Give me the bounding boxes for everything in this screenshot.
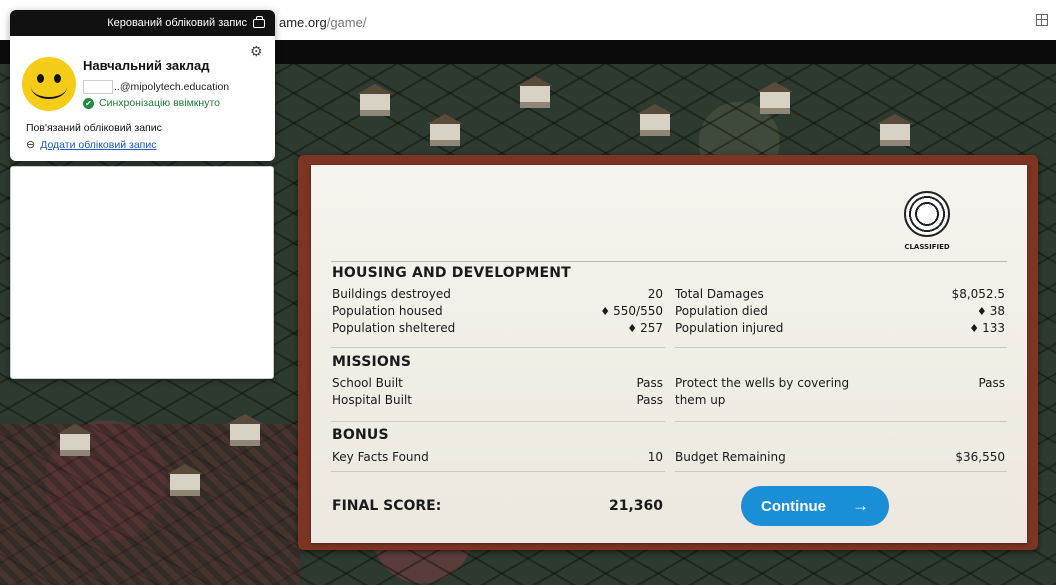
person-icon: ♦ xyxy=(976,305,987,318)
account-email: ..@mipolytech.education xyxy=(83,80,229,94)
stat-value-text: $8,052.5 xyxy=(951,287,1005,301)
classified-stamp: CLASSIFIED xyxy=(904,243,950,251)
map-building xyxy=(230,424,260,446)
url-path: /game/ xyxy=(326,15,367,30)
add-account-link[interactable]: Додати обліковий запис xyxy=(40,139,156,151)
map-building xyxy=(520,86,550,108)
briefcase-icon xyxy=(253,15,265,28)
divider xyxy=(331,421,665,422)
final-score-label: FINAL SCORE: xyxy=(332,498,442,514)
stat-value: 10 xyxy=(647,450,663,464)
email-redacted xyxy=(83,80,113,94)
stat-value-text: 550/550 xyxy=(613,304,663,318)
stat-label: Population died xyxy=(675,304,768,318)
account-popup: Керований обліковий запис ⚙ Навчальний з… xyxy=(10,10,275,161)
divider xyxy=(675,421,1007,422)
org-name: Навчальний заклад xyxy=(83,58,210,73)
continue-label: Continue xyxy=(761,497,826,515)
divider xyxy=(675,347,1007,348)
add-account-row[interactable]: ⊖ Додати обліковий запис xyxy=(26,138,156,152)
stat-value-text: 257 xyxy=(640,321,663,335)
report-sheet: CLASSIFIED HOUSING AND DEVELOPMENT Build… xyxy=(311,165,1027,543)
map-building xyxy=(430,124,460,146)
final-score-value: 21,360 xyxy=(608,498,663,514)
map-building xyxy=(760,92,790,114)
stat-label: Buildings destroyed xyxy=(332,287,451,301)
gear-icon[interactable]: ⚙ xyxy=(250,43,263,60)
stat-label: Key Facts Found xyxy=(332,450,429,464)
un-emblem-icon xyxy=(904,191,950,237)
section-title-housing: HOUSING AND DEVELOPMENT xyxy=(332,265,571,281)
check-icon: ✔ xyxy=(83,97,94,109)
person-icon: ♦ xyxy=(627,322,638,335)
section-title-bonus: BONUS xyxy=(332,427,389,443)
stat-label: Budget Remaining xyxy=(675,450,786,464)
stat-label: Protect the wells by covering xyxy=(675,376,850,390)
stat-value: ♦ 133 xyxy=(885,321,1005,335)
stat-value-text: 133 xyxy=(982,321,1005,335)
map-building xyxy=(170,474,200,496)
divider xyxy=(331,261,1007,262)
stat-label: Population housed xyxy=(332,304,443,318)
divider xyxy=(675,471,1007,472)
avatar-smile xyxy=(31,75,67,99)
stat-value-text: 20 xyxy=(647,287,663,301)
email-text: ..@mipolytech.education xyxy=(114,81,230,93)
section-title-missions: MISSIONS xyxy=(332,354,412,370)
avatar xyxy=(22,57,76,111)
stat-value: 20 xyxy=(543,287,663,301)
sync-status-text: Синхронізацію ввімкнуто xyxy=(99,97,220,109)
stat-label: Total Damages xyxy=(675,287,764,301)
map-building xyxy=(880,124,910,146)
arrow-right-icon: → xyxy=(852,496,869,515)
sync-status: ✔ Синхронізацію ввімкнуто xyxy=(83,97,220,109)
address-bar[interactable]: ame.org/game/ xyxy=(279,15,366,30)
stat-value: ♦ 38 xyxy=(885,304,1005,318)
url-domain: ame.org xyxy=(279,15,327,30)
map-building xyxy=(640,114,670,136)
extensions-icon[interactable] xyxy=(1036,14,1048,26)
stat-value: Pass xyxy=(636,393,663,407)
blank-popup-panel xyxy=(10,166,274,379)
stat-label: School Built xyxy=(332,376,403,390)
person-icon: ♦ xyxy=(969,322,980,335)
map-building xyxy=(360,94,390,116)
linked-account-title: Пов'язаний обліковий запис xyxy=(26,122,162,134)
stat-label: Population sheltered xyxy=(332,321,456,335)
link-icon: ⊖ xyxy=(26,139,36,151)
stat-label: Hospital Built xyxy=(332,393,412,407)
stat-label: them up xyxy=(675,393,726,407)
damaged-zone xyxy=(0,424,300,585)
stat-value-text: 38 xyxy=(989,304,1005,318)
stat-value: Pass xyxy=(978,376,1005,390)
stat-value: $8,052.5 xyxy=(885,287,1005,301)
continue-button[interactable]: Continue → xyxy=(741,486,889,526)
managed-account-label: Керований обліковий запис xyxy=(107,17,247,29)
divider xyxy=(331,471,665,472)
stat-label: Population injured xyxy=(675,321,784,335)
stat-value: ♦ 257 xyxy=(543,321,663,335)
managed-account-header: Керований обліковий запис xyxy=(10,10,275,36)
stat-value: $36,550 xyxy=(955,450,1005,464)
stat-value: ♦ 550/550 xyxy=(543,304,663,318)
stat-value: Pass xyxy=(636,376,663,390)
map-building xyxy=(60,434,90,456)
divider xyxy=(331,347,665,348)
person-icon: ♦ xyxy=(600,305,611,318)
